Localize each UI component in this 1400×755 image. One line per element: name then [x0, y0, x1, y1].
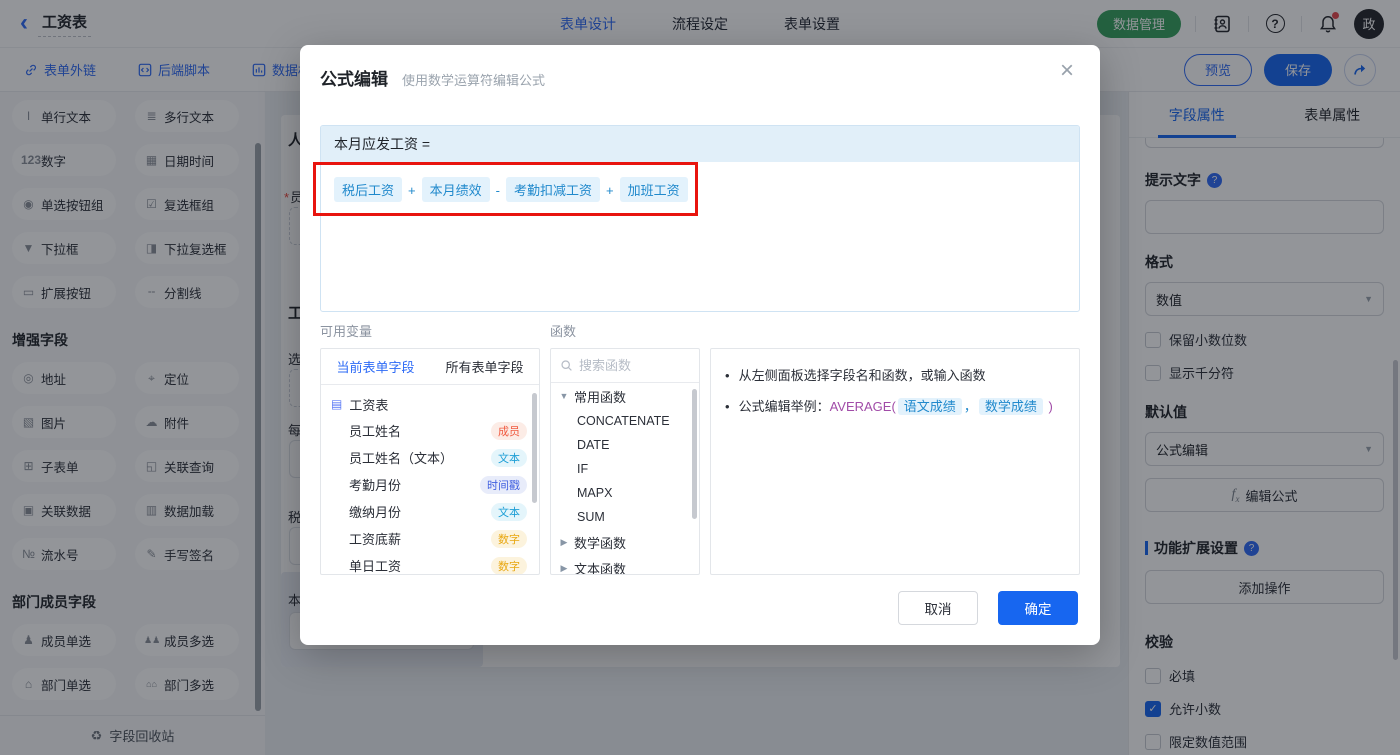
- example-function-name: AVERAGE(: [830, 399, 896, 414]
- formula-editor-modal: × 公式编辑 使用数学运算符编辑公式 本月应发工资 = 税后工资+本月绩效-考勤…: [300, 45, 1100, 645]
- formula-help-panel: • 从左侧面板选择字段名和函数，或输入函数 • 公式编辑举例：AVERAGE(语…: [710, 348, 1080, 575]
- variable-field-row[interactable]: 考勤月份 时间戳: [321, 471, 539, 498]
- bullet: •: [725, 365, 730, 387]
- function-group-math[interactable]: ▶ 数学函数: [551, 529, 699, 555]
- function-item[interactable]: IF: [551, 457, 699, 481]
- formula-field-chip[interactable]: 考勤扣减工资: [506, 177, 600, 202]
- function-item[interactable]: SUM: [551, 505, 699, 529]
- field-type-badge: 数字: [491, 557, 527, 575]
- example-field-chip: 数学成绩: [979, 398, 1043, 415]
- example-field-chip: 语文成绩: [898, 398, 962, 415]
- field-type-badge: 成员: [491, 422, 527, 440]
- variables-tabs: 当前表单字段 所有表单字段: [321, 349, 539, 385]
- field-type-badge: 文本: [491, 503, 527, 521]
- function-search-input[interactable]: [579, 358, 674, 373]
- variable-field-row[interactable]: 工资底薪 数字: [321, 525, 539, 552]
- variables-label: 可用变量: [320, 321, 372, 340]
- variables-scrollbar[interactable]: [532, 393, 537, 503]
- variable-field-row[interactable]: 员工姓名 成员: [321, 417, 539, 444]
- cancel-button[interactable]: 取消: [898, 591, 978, 625]
- tab-all-form-fields[interactable]: 所有表单字段: [430, 349, 539, 384]
- variables-panel: 当前表单字段 所有表单字段 ▤ 工资表 员工姓名 成员 员工姓名（文本） 文本 …: [320, 348, 540, 575]
- field-type-badge: 文本: [491, 449, 527, 467]
- function-item[interactable]: CONCATENATE: [551, 409, 699, 433]
- function-group-common[interactable]: ▼ 常用函数: [551, 383, 699, 409]
- chevron-collapsed-icon: ▶: [559, 563, 569, 574]
- formula-operator: -: [496, 183, 500, 198]
- function-search: [551, 349, 699, 383]
- variable-field-row[interactable]: 员工姓名（文本） 文本: [321, 444, 539, 471]
- confirm-button[interactable]: 确定: [998, 591, 1078, 625]
- functions-scrollbar[interactable]: [692, 389, 697, 519]
- functions-panel: ▼ 常用函数 CONCATENATE DATE IF MAPX SUM ▶ 数学…: [550, 348, 700, 575]
- formula-editor-box: 本月应发工资 = 税后工资 + 本月绩效-考勤扣减工资 + 加班工资: [320, 125, 1080, 312]
- field-type-badge: 数字: [491, 530, 527, 548]
- search-icon: [560, 359, 573, 372]
- function-group-text[interactable]: ▶ 文本函数: [551, 555, 699, 575]
- bullet: •: [725, 396, 730, 418]
- form-doc-icon: ▤: [331, 397, 342, 411]
- formula-field-chip[interactable]: 本月绩效: [422, 177, 490, 202]
- help-tip-2: • 公式编辑举例：AVERAGE(语文成绩，数学成绩 ): [725, 396, 1065, 418]
- modal-subtitle: 使用数学运算符编辑公式: [402, 70, 545, 89]
- help-tip-1: • 从左侧面板选择字段名和函数，或输入函数: [725, 365, 1065, 387]
- chevron-expanded-icon: ▼: [559, 391, 569, 401]
- tab-current-form-fields[interactable]: 当前表单字段: [321, 349, 430, 384]
- functions-label: 函数: [550, 321, 576, 340]
- formula-operator: +: [408, 183, 416, 198]
- formula-field-chip[interactable]: 税后工资: [334, 177, 402, 202]
- function-item[interactable]: MAPX: [551, 481, 699, 505]
- modal-header: 公式编辑 使用数学运算符编辑公式: [300, 45, 1100, 90]
- close-icon[interactable]: ×: [1060, 59, 1074, 83]
- function-item[interactable]: DATE: [551, 433, 699, 457]
- formula-field-chip[interactable]: 加班工资: [620, 177, 688, 202]
- formula-operator: +: [606, 183, 614, 198]
- formula-target: 本月应发工资 =: [321, 126, 1079, 162]
- field-type-badge: 时间戳: [480, 476, 527, 494]
- variables-tree: ▤ 工资表 员工姓名 成员 员工姓名（文本） 文本 考勤月份 时间戳 缴纳月份: [321, 385, 539, 575]
- variable-field-row[interactable]: 单日工资 数字: [321, 552, 539, 575]
- formula-expression[interactable]: 税后工资 + 本月绩效-考勤扣减工资 + 加班工资: [321, 162, 1079, 217]
- modal-footer: 取消 确定: [898, 591, 1078, 625]
- modal-title: 公式编辑: [320, 65, 388, 90]
- variable-field-row[interactable]: 缴纳月份 文本: [321, 498, 539, 525]
- chevron-collapsed-icon: ▶: [559, 537, 569, 548]
- app-root: ‹ 工资表 表单设计 流程设定 表单设置 数据管理 ? 政: [0, 0, 1400, 755]
- tree-form-node[interactable]: ▤ 工资表: [321, 391, 539, 417]
